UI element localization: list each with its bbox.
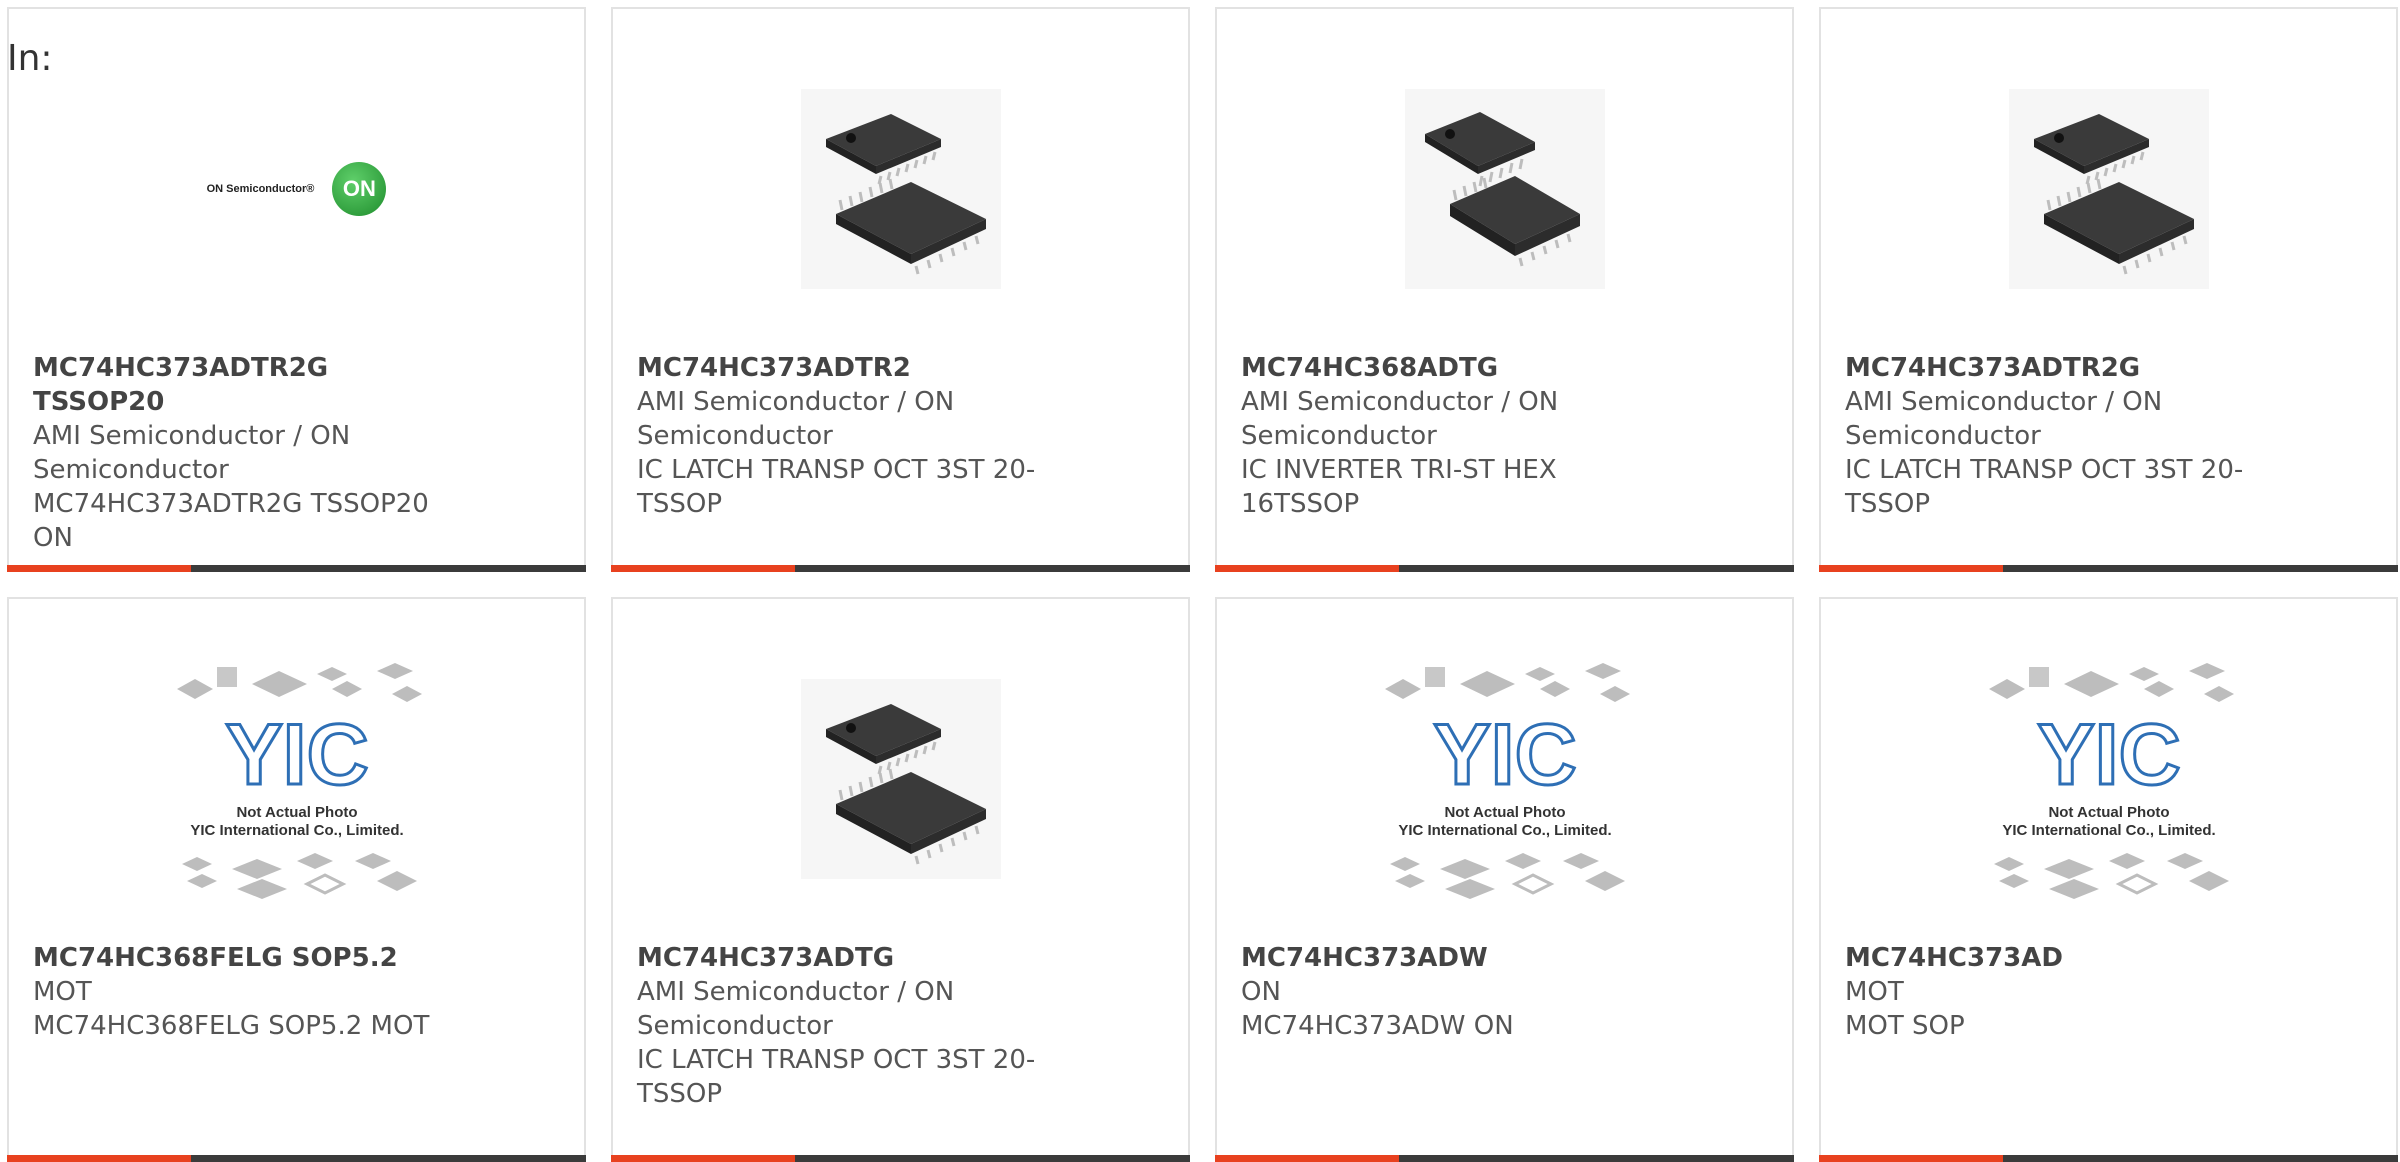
manufacturer: AMI Semiconductor / ON Semiconductor bbox=[1241, 387, 1559, 451]
product-card[interactable]: MC74HC373ADTR2 AMI Semiconductor / ON Se… bbox=[611, 7, 1190, 572]
description: MC74HC373ADW ON bbox=[1241, 1011, 1514, 1041]
product-image: ON Semiconductor® ON bbox=[9, 49, 584, 329]
in-label: In: bbox=[7, 38, 53, 79]
product-image: YIC Not Actual Photo YIC International C… bbox=[1821, 639, 2396, 919]
card-bottom-bar bbox=[1215, 565, 1794, 572]
card-accent-bar bbox=[1215, 1155, 1399, 1162]
product-card[interactable]: ON Semiconductor® ON MC74HC373ADTR2G TSS… bbox=[7, 7, 586, 572]
placeholder-line2: YIC International Co., Limited. bbox=[2002, 822, 2215, 839]
description: IC LATCH TRANSP OCT 3ST 20-TSSOP bbox=[637, 1045, 1036, 1109]
manufacturer: MOT bbox=[1845, 977, 1904, 1007]
placeholder-line1: Not Actual Photo bbox=[2048, 804, 2169, 821]
manufacturer: AMI Semiconductor / ON Semiconductor bbox=[637, 387, 955, 451]
part-number-link[interactable]: MC74HC373ADTR2 bbox=[637, 351, 1038, 385]
manufacturer: ON bbox=[1241, 977, 1281, 1007]
card-accent-bar bbox=[1819, 1155, 2003, 1162]
product-image bbox=[1217, 49, 1792, 329]
placeholder-line1: Not Actual Photo bbox=[236, 804, 357, 821]
card-bottom-bar bbox=[7, 565, 586, 572]
yic-logo-text: YIC bbox=[225, 707, 368, 803]
yic-placeholder-image: YIC Not Actual Photo YIC International C… bbox=[176, 663, 422, 899]
description: MC74HC373ADTR2G TSSOP20 ON bbox=[33, 489, 429, 553]
card-bottom-bar bbox=[1215, 1155, 1794, 1162]
product-image: YIC Not Actual Photo YIC International C… bbox=[1217, 639, 1792, 919]
card-accent-bar bbox=[1819, 565, 2003, 572]
tssop-chip-icon bbox=[800, 679, 1001, 879]
part-number-link[interactable]: MC74HC373ADW bbox=[1241, 941, 1642, 975]
manufacturer: AMI Semiconductor / ON Semiconductor bbox=[637, 977, 955, 1041]
manufacturer: MOT bbox=[33, 977, 92, 1007]
product-grid: ON Semiconductor® ON MC74HC373ADTR2G TSS… bbox=[7, 7, 2398, 1162]
card-bottom-bar bbox=[1819, 1155, 2398, 1162]
manufacturer: AMI Semiconductor / ON Semiconductor bbox=[1845, 387, 2163, 451]
product-grid-page: In: ON Semiconductor® ON MC74HC373ADTR2G… bbox=[0, 0, 2400, 1162]
manufacturer: AMI Semiconductor / ON Semiconductor bbox=[33, 421, 351, 485]
yic-logo-text: YIC bbox=[1433, 707, 1576, 803]
product-card[interactable]: MC74HC368ADTG AMI Semiconductor / ON Sem… bbox=[1215, 7, 1794, 572]
description: MOT SOP bbox=[1845, 1011, 1965, 1041]
product-image bbox=[613, 639, 1188, 919]
card-accent-bar bbox=[1215, 565, 1399, 572]
part-number-link[interactable]: MC74HC373ADTR2G bbox=[1845, 351, 2246, 385]
part-number-link[interactable]: MC74HC373AD bbox=[1845, 941, 2246, 975]
part-number-link[interactable]: MC74HC373ADTR2G TSSOP20 bbox=[33, 351, 434, 419]
on-logo-mark: ON bbox=[332, 162, 387, 216]
card-accent-bar bbox=[7, 565, 191, 572]
logo-wordmark: ON Semiconductor® bbox=[206, 183, 315, 195]
description: IC LATCH TRANSP OCT 3ST 20-TSSOP bbox=[637, 455, 1036, 519]
product-image: YIC Not Actual Photo YIC International C… bbox=[9, 639, 584, 919]
product-card[interactable]: MC74HC373ADTG AMI Semiconductor / ON Sem… bbox=[611, 597, 1190, 1162]
product-image bbox=[613, 49, 1188, 329]
card-accent-bar bbox=[611, 1155, 795, 1162]
yic-logo-text: YIC bbox=[2037, 707, 2180, 803]
description: IC INVERTER TRI-ST HEX 16TSSOP bbox=[1241, 455, 1557, 519]
card-bottom-bar bbox=[1819, 565, 2398, 572]
card-bottom-bar bbox=[611, 565, 1190, 572]
placeholder-line1: Not Actual Photo bbox=[1444, 804, 1565, 821]
description: MC74HC368FELG SOP5.2 MOT bbox=[33, 1011, 430, 1041]
description: IC LATCH TRANSP OCT 3ST 20-TSSOP bbox=[1845, 455, 2244, 519]
tssop-chip-icon bbox=[1404, 89, 1605, 289]
part-number-link[interactable]: MC74HC368ADTG bbox=[1241, 351, 1642, 385]
card-bottom-bar bbox=[7, 1155, 586, 1162]
product-image bbox=[1821, 49, 2396, 329]
product-card[interactable]: MC74HC373ADTR2G AMI Semiconductor / ON S… bbox=[1819, 7, 2398, 572]
tssop-chip-icon bbox=[800, 89, 1001, 289]
yic-placeholder-image: YIC Not Actual Photo YIC International C… bbox=[1384, 663, 1630, 899]
placeholder-line2: YIC International Co., Limited. bbox=[1398, 822, 1611, 839]
product-card[interactable]: YIC Not Actual Photo YIC International C… bbox=[1819, 597, 2398, 1162]
card-accent-bar bbox=[611, 565, 795, 572]
part-number-link[interactable]: MC74HC368FELG SOP5.2 bbox=[33, 941, 434, 975]
tssop-chip-icon bbox=[2008, 89, 2209, 289]
part-number-link[interactable]: MC74HC373ADTG bbox=[637, 941, 1038, 975]
yic-placeholder-image: YIC Not Actual Photo YIC International C… bbox=[1988, 663, 2234, 899]
card-bottom-bar bbox=[611, 1155, 1190, 1162]
card-accent-bar bbox=[7, 1155, 191, 1162]
product-card[interactable]: YIC Not Actual Photo YIC International C… bbox=[7, 597, 586, 1162]
placeholder-line2: YIC International Co., Limited. bbox=[190, 822, 403, 839]
on-semiconductor-logo: ON Semiconductor® ON bbox=[207, 162, 387, 216]
product-card[interactable]: YIC Not Actual Photo YIC International C… bbox=[1215, 597, 1794, 1162]
